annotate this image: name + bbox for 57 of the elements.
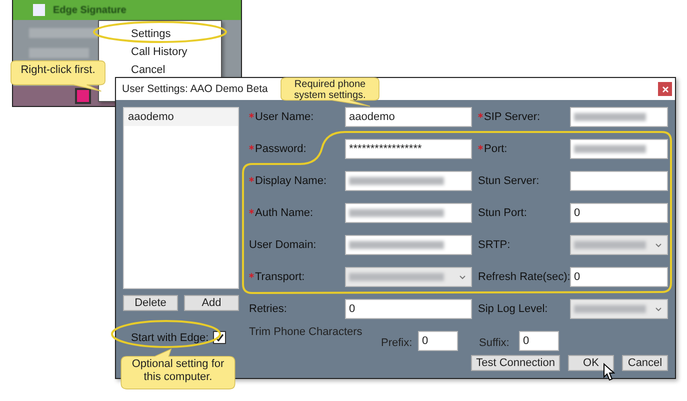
field-label: Start with Edge: [131, 332, 209, 344]
input-field[interactable]: ***************** [345, 139, 472, 159]
field-label: Refresh Rate(sec): [478, 271, 570, 283]
field-label: Stun Port: [478, 207, 527, 219]
input-field[interactable] [570, 171, 668, 191]
input-field[interactable] [570, 139, 668, 159]
input-field[interactable]: 0 [519, 331, 559, 351]
input-field[interactable] [345, 203, 472, 223]
dialog-title: User Settings: AAO Demo Beta [122, 83, 268, 95]
blurred-toolbar [29, 48, 89, 58]
field-label: Transport: [255, 271, 305, 283]
input-field[interactable] [570, 107, 668, 127]
field-label: Auth Name: [255, 207, 314, 219]
dialog-button[interactable]: Cancel [622, 355, 668, 371]
field-label: Port: [484, 143, 508, 155]
dropdown-field[interactable] [570, 299, 668, 319]
menu-item[interactable]: Call History [99, 43, 221, 61]
close-button[interactable] [658, 82, 672, 96]
field-label: Sip Log Level: [478, 303, 548, 315]
close-icon [662, 86, 668, 92]
field-label: Password: [255, 143, 306, 155]
field-label: User Domain: [249, 239, 316, 251]
input-field[interactable]: aaodemo [345, 107, 472, 127]
mouse-cursor-icon [603, 363, 615, 381]
dropdown-field[interactable] [570, 235, 668, 255]
chevron-down-icon [655, 307, 662, 312]
field-label: Suffix: [479, 337, 510, 349]
input-field[interactable]: 0 [345, 299, 472, 319]
callout: Required phone system settings. [280, 77, 380, 107]
tray-app-icon[interactable] [75, 88, 91, 104]
dialog-button[interactable]: OK [568, 355, 614, 371]
field-label: Display Name: [255, 175, 327, 187]
app-icon [33, 4, 45, 16]
input-field[interactable]: 0 [570, 267, 668, 287]
dropdown-field[interactable] [345, 267, 472, 287]
chevron-down-icon [459, 275, 466, 280]
list-button[interactable]: Delete [123, 295, 178, 311]
blurred-toolbar [29, 28, 99, 38]
field-label: SRTP: [478, 239, 510, 251]
callout: Right-click first. [10, 60, 106, 92]
section-label: Trim Phone Characters [249, 326, 364, 338]
input-field[interactable] [345, 235, 472, 255]
field-label: Stun Server: [478, 175, 540, 187]
callout: Optional setting for this computer. [120, 348, 236, 390]
input-field[interactable]: 0 [418, 331, 458, 351]
chevron-down-icon [655, 243, 662, 248]
account-item[interactable]: aaodemo [124, 108, 238, 126]
field-label: User Name: [255, 111, 314, 123]
list-button[interactable]: Add [184, 295, 239, 311]
field-label: SIP Server: [484, 111, 540, 123]
menu-item[interactable]: Settings [99, 25, 221, 43]
window-title: Edge Signature [53, 4, 126, 16]
input-field[interactable]: 0 [570, 203, 668, 223]
field-label: Retries: [249, 303, 287, 315]
input-field[interactable] [345, 171, 472, 191]
dialog-button[interactable]: Test Connection [471, 355, 560, 371]
field-label: Prefix: [381, 337, 414, 349]
